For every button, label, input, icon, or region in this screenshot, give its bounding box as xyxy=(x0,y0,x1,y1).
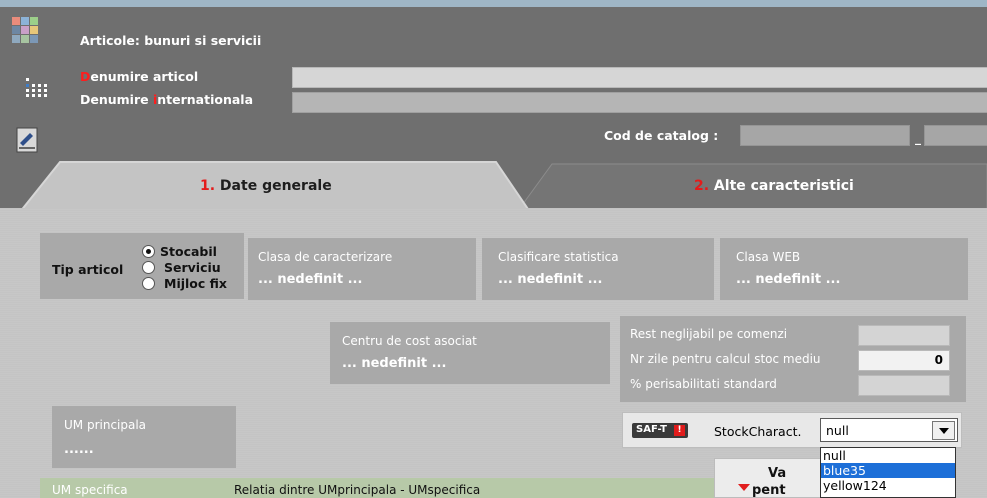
valori-button-label-line2: pent xyxy=(752,483,786,498)
rest-neglijabil-label: Rest neglijabil pe comenzi xyxy=(630,327,788,341)
window-top-border xyxy=(0,0,987,7)
cod-catalog-input[interactable] xyxy=(740,125,910,146)
triangle-down-icon xyxy=(738,484,750,491)
um-principala-value[interactable]: ...... xyxy=(64,442,94,457)
perisabilitati-input[interactable] xyxy=(858,375,950,396)
clasificare-statistica-label: Clasificare statistica xyxy=(498,250,619,264)
warning-badge-icon: ! xyxy=(674,425,685,436)
clasificare-statistica-panel[interactable] xyxy=(482,238,714,300)
app-logo-icon xyxy=(12,17,38,51)
clasa-caracterizare-panel[interactable] xyxy=(248,238,476,300)
clasa-caracterizare-label: Clasa de caracterizare xyxy=(258,250,393,264)
grid-icon xyxy=(26,78,47,97)
clasificare-statistica-value[interactable]: ... nedefinit ... xyxy=(498,272,602,287)
stock-charact-selected-value: null xyxy=(826,423,849,438)
centru-cost-value[interactable]: ... nedefinit ... xyxy=(342,356,446,371)
tip-articol-label: Tip articol xyxy=(52,262,124,277)
radio-mijloc-fix[interactable] xyxy=(142,277,155,290)
saft-logo: SAF-T ! xyxy=(632,423,688,438)
denumire-internationala-label: Denumire internationala xyxy=(80,92,254,107)
cod-catalog-separator: _ xyxy=(915,131,921,145)
clasa-web-value[interactable]: ... nedefinit ... xyxy=(736,272,840,287)
centru-cost-panel[interactable] xyxy=(330,322,610,384)
clasa-web-label: Clasa WEB xyxy=(736,250,801,264)
tab-alte-caracteristici-label: 2. Alte caracteristici xyxy=(694,178,854,194)
um-specifica-label: UM specifica xyxy=(52,483,128,497)
pen-icon[interactable] xyxy=(16,127,38,153)
clasa-caracterizare-value[interactable]: ... nedefinit ... xyxy=(258,272,362,287)
dropdown-option-blue35[interactable]: blue35 xyxy=(821,463,955,478)
nr-zile-stoc-mediu-input[interactable]: 0 xyxy=(858,350,950,371)
denumire-articol-label: Denumire articol xyxy=(80,69,199,84)
denumire-articol-input[interactable] xyxy=(292,67,987,88)
window-title: Articole: bunuri si servicii xyxy=(80,33,262,48)
cod-catalog-label: Cod de catalog : xyxy=(604,128,719,143)
denumire-internationala-input[interactable] xyxy=(292,92,987,113)
um-principala-label: UM principala xyxy=(64,418,147,432)
dropdown-option-yellow124[interactable]: yellow124 xyxy=(821,478,955,493)
centru-cost-label: Centru de cost asociat xyxy=(342,334,477,348)
cod-catalog-suffix-input[interactable] xyxy=(924,125,987,146)
valori-button-label-line1: Va xyxy=(768,466,787,481)
saft-logo-text: SAF-T xyxy=(636,424,667,435)
stock-charact-dropdown-list: null blue35 yellow124 xyxy=(820,447,956,498)
radio-serviciu[interactable] xyxy=(142,261,155,274)
radio-stocabil-label[interactable]: Stocabil xyxy=(160,244,217,259)
dropdown-arrow-icon[interactable] xyxy=(932,421,955,440)
dropdown-option-null[interactable]: null xyxy=(821,448,955,463)
radio-stocabil[interactable] xyxy=(142,245,155,258)
rest-neglijabil-input[interactable] xyxy=(858,325,950,346)
nr-zile-stoc-mediu-label: Nr zile pentru calcul stoc mediu xyxy=(630,352,821,366)
tab-date-generale-label: 1. Date generale xyxy=(200,178,332,194)
perisabilitati-label: % perisabilitati standard xyxy=(630,377,777,391)
relatia-um-label: Relatia dintre UMprincipala - UMspecific… xyxy=(234,483,481,497)
radio-serviciu-label[interactable]: Serviciu xyxy=(164,260,221,275)
stock-charact-label: StockCharact. xyxy=(714,424,802,439)
radio-mijloc-fix-label[interactable]: Mijloc fix xyxy=(164,276,227,291)
um-principala-panel[interactable] xyxy=(52,406,236,468)
clasa-web-panel[interactable] xyxy=(720,238,968,300)
